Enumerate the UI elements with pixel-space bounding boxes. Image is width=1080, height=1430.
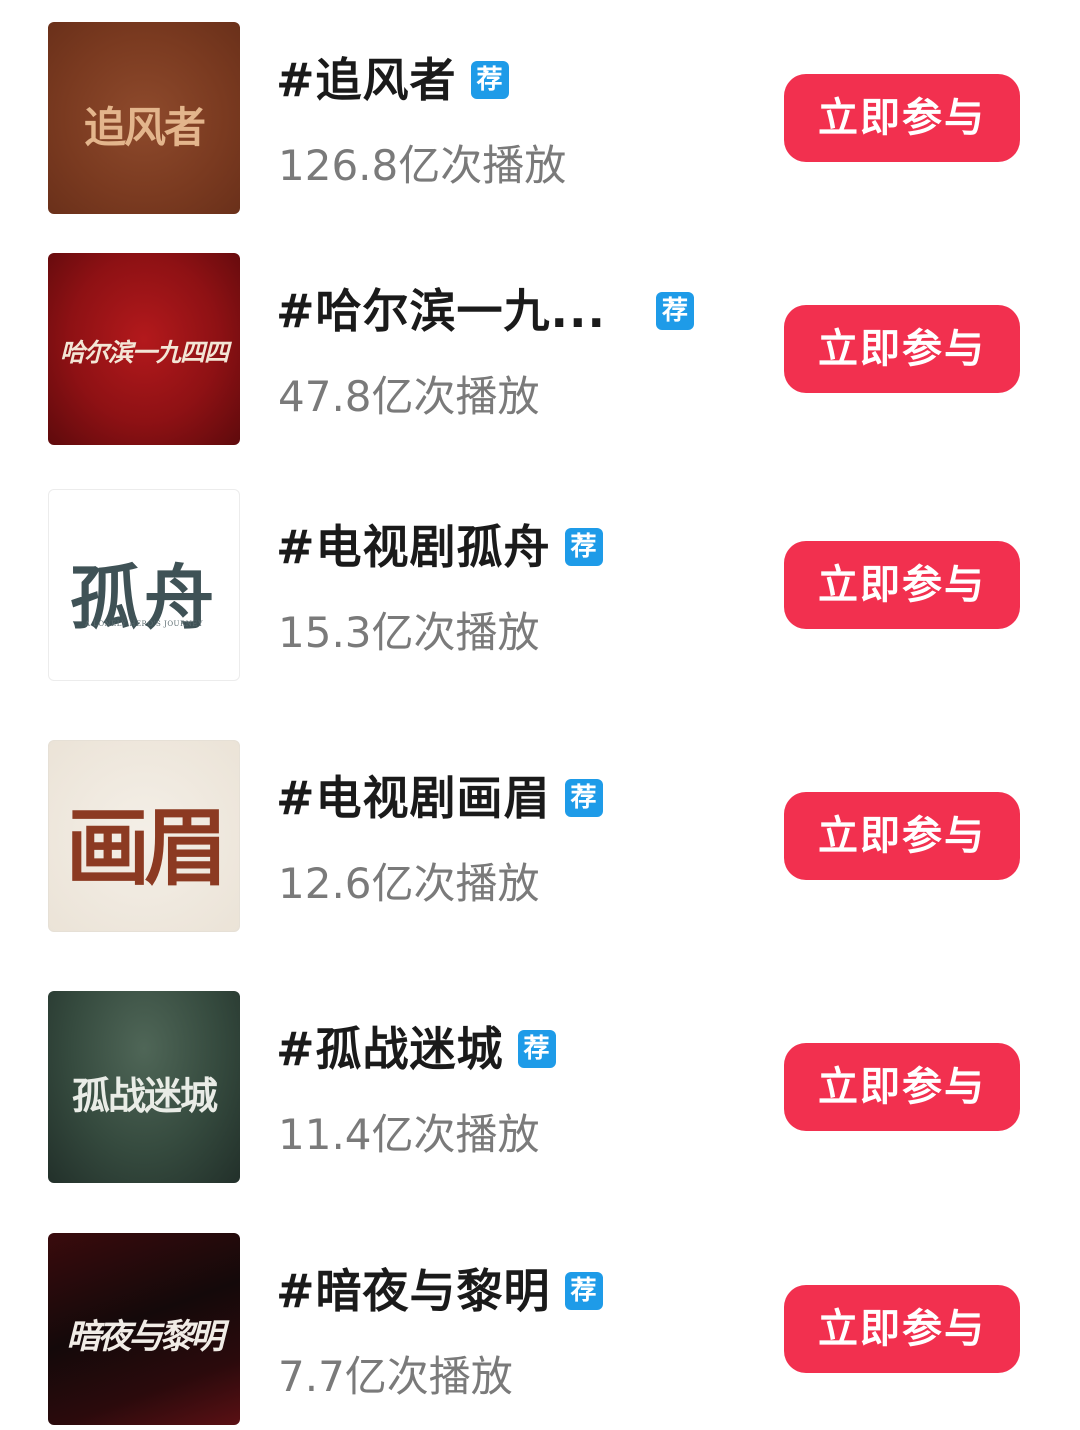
- recommend-badge: 荐: [517, 1030, 556, 1068]
- recommend-badge: 荐: [470, 61, 509, 99]
- topic-title[interactable]: #暗夜与黎明: [276, 1263, 551, 1319]
- topic-row-guzhanmicheng[interactable]: 孤战迷城 #孤战迷城 荐 11.4亿次播放 立即参与: [0, 991, 1080, 1183]
- join-button[interactable]: 立即参与: [784, 1285, 1020, 1373]
- play-count: 12.6亿次播放: [278, 859, 540, 908]
- topic-title[interactable]: #孤战迷城: [276, 1021, 504, 1077]
- recommend-badge: 荐: [564, 1272, 603, 1310]
- join-button[interactable]: 立即参与: [784, 305, 1020, 393]
- recommend-badge: 荐: [655, 292, 694, 330]
- topic-title[interactable]: #电视剧孤舟: [276, 519, 551, 575]
- poster-title-text: 哈尔滨一九四四: [59, 338, 229, 367]
- topic-row-zhuifengzhe[interactable]: 追风者 #追风者 荐 126.8亿次播放 立即参与: [0, 22, 1080, 214]
- poster-title-text: 追风者: [83, 103, 206, 152]
- join-button[interactable]: 立即参与: [784, 541, 1020, 629]
- topic-row-guzhou[interactable]: 孤舟 A LONELY HERO'S JOURNEY #电视剧孤舟 荐 15.3…: [0, 489, 1080, 681]
- poster-thumbnail[interactable]: 暗夜与黎明: [48, 1233, 240, 1425]
- poster-thumbnail[interactable]: 画眉: [48, 740, 240, 932]
- join-button[interactable]: 立即参与: [784, 74, 1020, 162]
- poster-title-text: 画眉: [65, 798, 228, 897]
- join-button[interactable]: 立即参与: [784, 1043, 1020, 1131]
- play-count: 47.8亿次播放: [278, 372, 540, 421]
- poster-title-text: 孤战迷城: [71, 1073, 218, 1118]
- play-count: 126.8亿次播放: [278, 141, 567, 190]
- poster-thumbnail[interactable]: 追风者: [48, 22, 240, 214]
- topic-title[interactable]: #追风者: [276, 52, 457, 108]
- poster-thumbnail[interactable]: 哈尔滨一九四四: [48, 253, 240, 445]
- play-count: 7.7亿次播放: [278, 1352, 513, 1401]
- topic-title[interactable]: #电视剧画眉: [276, 770, 551, 826]
- topic-title[interactable]: #哈尔滨一九...: [276, 283, 606, 339]
- join-button[interactable]: 立即参与: [784, 792, 1020, 880]
- play-count: 11.4亿次播放: [278, 1110, 540, 1159]
- recommend-badge: 荐: [564, 528, 603, 566]
- poster-thumbnail[interactable]: 孤舟 A LONELY HERO'S JOURNEY: [48, 489, 240, 681]
- poster-thumbnail[interactable]: 孤战迷城: [48, 991, 240, 1183]
- topic-row-harbin[interactable]: 哈尔滨一九四四 #哈尔滨一九... 荐 47.8亿次播放 立即参与: [0, 253, 1080, 445]
- topic-row-anyeyuliming[interactable]: 暗夜与黎明 #暗夜与黎明 荐 7.7亿次播放 立即参与: [0, 1233, 1080, 1425]
- poster-subtitle-text: A LONELY HERO'S JOURNEY: [84, 620, 204, 628]
- play-count: 15.3亿次播放: [278, 608, 540, 657]
- topic-row-huamei[interactable]: 画眉 #电视剧画眉 荐 12.6亿次播放 立即参与: [0, 740, 1080, 932]
- poster-title-text: 暗夜与黎明: [66, 1317, 225, 1357]
- recommend-badge: 荐: [564, 779, 603, 817]
